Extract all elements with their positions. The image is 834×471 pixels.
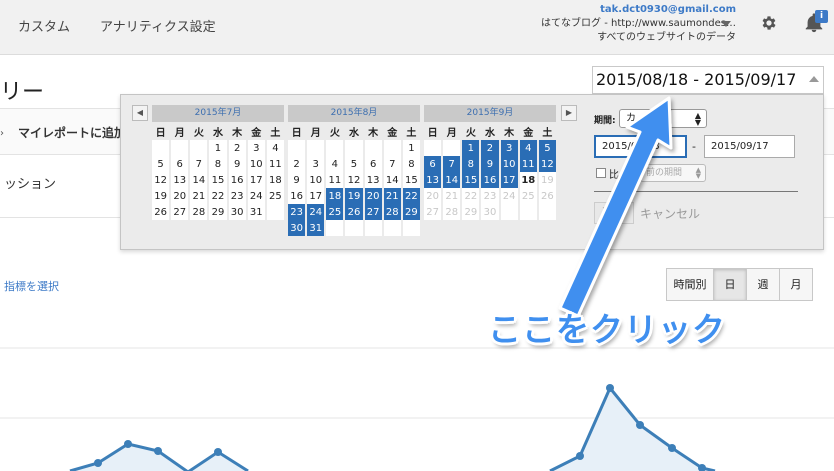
annotation-arrow-icon (558, 96, 673, 318)
annotation-callout: ここをクリック (488, 310, 726, 349)
